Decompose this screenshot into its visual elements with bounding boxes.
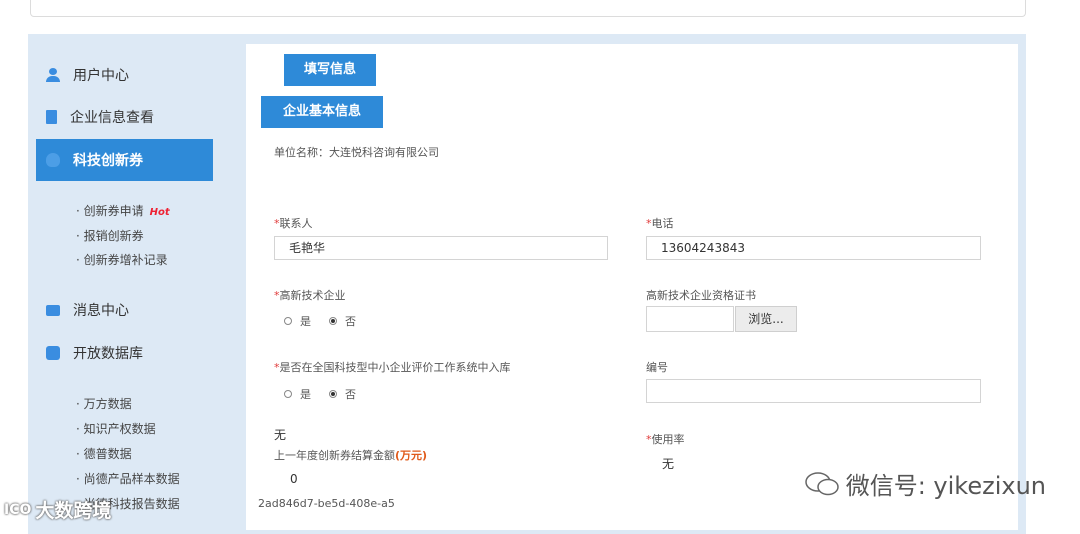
section-basic-info-tab[interactable]: 企业基本信息 bbox=[261, 96, 383, 128]
sidebar-subitem-voucher-apply[interactable]: · 创新券申请 Hot bbox=[76, 202, 170, 219]
none-text: 无 bbox=[274, 428, 287, 442]
hightech-radio-group: 是 否 bbox=[284, 313, 356, 329]
browse-button[interactable]: 浏览... bbox=[735, 306, 797, 332]
fill-info-button[interactable]: 填写信息 bbox=[284, 54, 376, 86]
sidebar-item-open-database[interactable]: 开放数据库 bbox=[36, 332, 213, 374]
evaluation-yes-radio[interactable] bbox=[284, 390, 292, 398]
company-name-line: 单位名称：大连悦科咨询有限公司 bbox=[274, 146, 439, 159]
message-icon bbox=[46, 304, 60, 316]
contact-input[interactable]: 毛艳华 bbox=[274, 236, 608, 260]
evaluation-no-radio[interactable] bbox=[329, 390, 337, 398]
sidebar-item-label: 消息中心 bbox=[73, 303, 129, 319]
evaluation-label: *是否在全国科技型中小企业评价工作系统中入库 bbox=[274, 361, 511, 374]
sidebar-item-label: 企业信息查看 bbox=[70, 110, 154, 126]
wechat-watermark: 微信号: yikezixun bbox=[804, 466, 1046, 501]
usage-rate-label: *使用率 bbox=[646, 433, 685, 446]
sidebar-item-label: 科技创新券 bbox=[73, 153, 143, 169]
sidebar-item-company-info[interactable]: 企业信息查看 bbox=[36, 96, 213, 138]
top-search-panel bbox=[30, 0, 1026, 17]
shield-icon bbox=[46, 153, 60, 167]
phone-input[interactable]: 13604243843 bbox=[646, 236, 981, 260]
sidebar-subitem-voucher-reimburse[interactable]: · 报销创新券 bbox=[76, 227, 144, 244]
number-label: 编号 bbox=[646, 361, 668, 374]
record-id: 2ad846d7-be5d-408e-a5 bbox=[258, 497, 395, 510]
sidebar-item-innovation-voucher[interactable]: 科技创新券 bbox=[36, 139, 213, 181]
last-year-amount-value: 0 bbox=[290, 472, 298, 486]
hightech-label: *高新技术企业 bbox=[274, 289, 346, 302]
hot-badge: Hot bbox=[149, 207, 170, 218]
number-input[interactable] bbox=[646, 379, 981, 403]
sidebar-subitem-wanfang[interactable]: · 万方数据 bbox=[76, 395, 132, 412]
sidebar-item-user-center[interactable]: 用户中心 bbox=[36, 54, 213, 96]
evaluation-radio-group: 是 否 bbox=[284, 386, 356, 402]
user-icon bbox=[46, 68, 60, 82]
sidebar-item-message-center[interactable]: 消息中心 bbox=[36, 289, 213, 331]
sidebar-item-label: 开放数据库 bbox=[73, 346, 143, 362]
cert-label: 高新技术企业资格证书 bbox=[646, 289, 756, 302]
sidebar-subitem-product-samples[interactable]: · 尚德产品样本数据 bbox=[76, 470, 180, 487]
usage-rate-value: 无 bbox=[662, 457, 675, 471]
cert-file-path[interactable] bbox=[646, 306, 734, 332]
document-icon bbox=[46, 110, 57, 124]
sidebar-item-label: 用户中心 bbox=[73, 68, 129, 84]
sidebar-subitem-voucher-records[interactable]: · 创新券增补记录 bbox=[76, 251, 168, 268]
phone-label: *电话 bbox=[646, 217, 674, 230]
sidebar: 用户中心 企业信息查看 科技创新券 · 创新券申请 Hot · 报销创新券 · 创… bbox=[36, 44, 213, 530]
sidebar-subitem-ip-data[interactable]: · 知识产权数据 bbox=[76, 420, 156, 437]
sidebar-subitem-depu-data[interactable]: · 德普数据 bbox=[76, 445, 132, 462]
last-year-amount-label: 上一年度创新券结算金额(万元) bbox=[274, 449, 428, 462]
hightech-no-radio[interactable] bbox=[329, 317, 337, 325]
brand-logo-icon: ICO bbox=[4, 501, 32, 518]
wechat-icon bbox=[804, 471, 840, 497]
brand-watermark: ICO 大数跨境 bbox=[4, 500, 112, 522]
contact-label: *联系人 bbox=[274, 217, 313, 230]
hightech-yes-radio[interactable] bbox=[284, 317, 292, 325]
database-icon bbox=[46, 346, 60, 360]
